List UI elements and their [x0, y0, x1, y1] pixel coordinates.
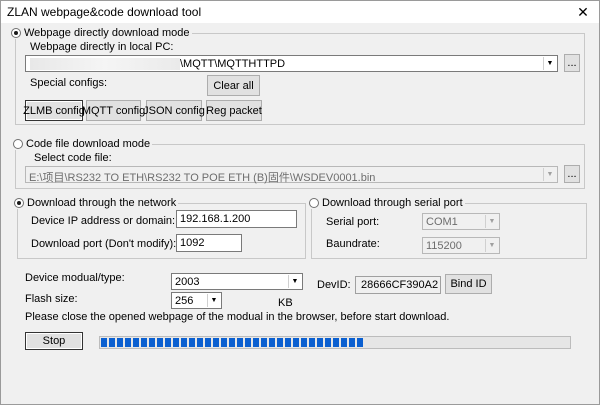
devid-label: DevID: — [317, 279, 351, 291]
devid-value: 28666CF390A2 — [361, 279, 439, 291]
webpage-browse-button[interactable]: ... — [564, 54, 580, 72]
zlmb-config-button[interactable]: ZLMB config — [23, 100, 85, 121]
serial-port-combo[interactable]: COM1 ▼ — [422, 213, 500, 230]
webpage-mode-label: Webpage directly download mode — [24, 27, 190, 39]
serial-label: Download through serial port — [322, 197, 463, 209]
flash-unit-label: KB — [278, 297, 293, 309]
stop-button[interactable]: Stop — [25, 332, 83, 350]
chevron-down-icon[interactable]: ▼ — [288, 275, 301, 288]
chevron-down-icon[interactable]: ▼ — [207, 294, 220, 307]
notice-text: Please close the opened webpage of the m… — [25, 311, 450, 323]
code-mode-radio[interactable]: Code file download mode — [11, 138, 153, 150]
devid-field: 28666CF390A2 — [355, 276, 441, 294]
title-bar: ZLAN webpage&code download tool ✕ — [1, 1, 599, 23]
baudrate-value: 115200 — [426, 240, 462, 252]
code-mode-radio-icon[interactable] — [13, 139, 23, 149]
special-configs-label: Special configs: — [30, 77, 108, 89]
network-label: Download through the network — [27, 197, 177, 209]
download-progress-bar — [99, 336, 571, 349]
webpage-path-value: \MQTT\MQTTHTTPD — [180, 58, 286, 70]
reg-packet-button[interactable]: Reg packet — [206, 100, 262, 121]
bind-id-button[interactable]: Bind ID — [445, 274, 492, 294]
webpage-pc-label: Webpage directly in local PC: — [30, 41, 174, 53]
port-value: 1092 — [180, 237, 205, 249]
mqtt-config-button[interactable]: MQTT config — [82, 100, 145, 121]
clear-all-button[interactable]: Clear all — [207, 75, 260, 96]
chevron-down-icon[interactable]: ▼ — [543, 57, 556, 70]
webpage-path-combo[interactable]: \MQTT\MQTTHTTPD ▼ — [25, 55, 558, 72]
flash-size-label: Flash size: — [25, 293, 78, 305]
serial-radio[interactable]: Download through serial port — [307, 197, 465, 209]
device-type-label: Device modual/type: — [25, 272, 125, 284]
serial-radio-icon[interactable] — [309, 198, 319, 208]
serial-port-label: Serial port: — [326, 216, 380, 228]
chevron-down-icon[interactable]: ▼ — [485, 239, 498, 252]
network-radio-icon[interactable] — [14, 198, 24, 208]
chevron-down-icon[interactable]: ▼ — [485, 215, 498, 228]
download-tool-window: ZLAN webpage&code download tool ✕ Webpag… — [0, 0, 600, 405]
webpage-mode-radio[interactable]: Webpage directly download mode — [9, 27, 192, 39]
select-code-file-label: Select code file: — [34, 152, 112, 164]
webpage-mode-radio-icon[interactable] — [11, 28, 21, 38]
ip-label: Device IP address or domain: — [31, 215, 176, 227]
code-path-value: E:\项目\RS232 TO ETH\RS232 TO POE ETH (B)固… — [29, 172, 376, 184]
port-label: Download port (Don't modify): — [31, 238, 177, 250]
code-browse-button[interactable]: ... — [564, 165, 580, 183]
code-mode-label: Code file download mode — [26, 138, 151, 150]
redacted-path-segment — [30, 58, 180, 70]
port-input[interactable]: 1092 — [176, 234, 242, 252]
serial-port-value: COM1 — [426, 216, 458, 228]
baudrate-label: Baundrate: — [326, 238, 380, 250]
network-radio[interactable]: Download through the network — [12, 197, 179, 209]
chevron-down-icon[interactable]: ▼ — [543, 168, 556, 181]
ip-input[interactable]: 192.168.1.200 — [176, 210, 297, 228]
code-path-combo[interactable]: E:\项目\RS232 TO ETH\RS232 TO POE ETH (B)固… — [25, 166, 558, 184]
progress-fill — [101, 338, 363, 347]
flash-size-value: 256 — [175, 295, 194, 307]
json-config-button[interactable]: JSON config — [143, 100, 205, 121]
flash-size-combo[interactable]: 256 ▼ — [171, 292, 222, 309]
window-title: ZLAN webpage&code download tool — [7, 5, 202, 19]
ip-value: 192.168.1.200 — [180, 213, 251, 225]
close-icon[interactable]: ✕ — [573, 3, 593, 21]
device-type-combo[interactable]: 2003 ▼ — [171, 273, 303, 290]
device-type-value: 2003 — [175, 276, 200, 288]
baudrate-combo[interactable]: 115200 ▼ — [422, 237, 500, 254]
